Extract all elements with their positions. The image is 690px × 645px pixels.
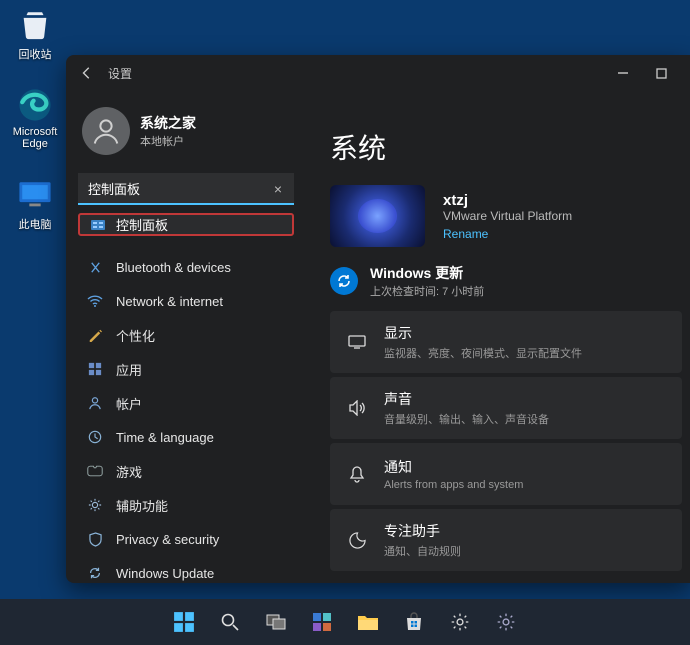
desktop-icon-edge[interactable]: Microsoft Edge — [4, 86, 66, 150]
sync-icon — [330, 267, 358, 295]
nav-label: Time & language — [116, 430, 214, 445]
settings-taskbar-button[interactable] — [441, 603, 479, 641]
suggestion-label: 控制面板 — [116, 215, 168, 234]
nav-item[interactable]: Time & language — [78, 420, 294, 454]
desktop-icon-recycle[interactable]: 回收站 — [4, 6, 66, 62]
store-button[interactable] — [395, 603, 433, 641]
taskbar — [0, 599, 690, 645]
back-button[interactable] — [76, 62, 98, 84]
search-suggestion[interactable]: 控制面板 — [78, 213, 294, 236]
nav-icon — [86, 564, 104, 582]
card-icon — [346, 465, 368, 483]
wu-sub: 上次检查时间: 7 小时前 — [370, 283, 484, 299]
nav-label: Network & internet — [116, 294, 223, 309]
nav-icon — [86, 428, 104, 446]
nav-item[interactable]: 游戏 — [78, 454, 294, 488]
nav-list: Bluetooth & devices Network & internet 个性化… — [78, 250, 294, 583]
settings-taskbar-button-2[interactable] — [487, 603, 525, 641]
nav-label: Privacy & security — [116, 532, 219, 547]
clear-search-button[interactable]: × — [268, 179, 288, 199]
nav-item[interactable]: 应用 — [78, 352, 294, 386]
nav-item[interactable]: Bluetooth & devices — [78, 250, 294, 284]
nav-item[interactable]: 个性化 — [78, 318, 294, 352]
card-sub: 音量级别、输出、输入、声音设备 — [384, 411, 549, 427]
monitor-icon — [16, 176, 54, 214]
search-input[interactable] — [78, 173, 294, 205]
nav-label: 游戏 — [116, 462, 142, 481]
card-title: 专注助手 — [384, 521, 461, 541]
avatar — [82, 107, 130, 155]
settings-card[interactable]: 专注助手通知、自动规则 — [330, 509, 682, 571]
card-title: 显示 — [384, 323, 582, 343]
nav-item[interactable]: 帐户 — [78, 386, 294, 420]
pc-wallpaper — [330, 185, 425, 247]
user-name: 系统之家 — [140, 113, 196, 133]
desktop-icon-label: 回收站 — [19, 46, 52, 62]
card-sub: Alerts from apps and system — [384, 479, 523, 491]
edge-icon — [16, 86, 54, 124]
nav-icon — [86, 496, 104, 514]
card-icon — [346, 532, 368, 549]
taskbar-search-button[interactable] — [211, 603, 249, 641]
recycle-icon — [16, 6, 54, 44]
control-panel-icon — [90, 217, 106, 233]
nav-icon — [86, 462, 104, 480]
explorer-button[interactable] — [349, 603, 387, 641]
nav-label: 帐户 — [116, 394, 142, 413]
widgets-button[interactable] — [303, 603, 341, 641]
settings-card[interactable]: 显示监视器、亮度、夜间模式、显示配置文件 — [330, 311, 682, 373]
nav-icon — [86, 530, 104, 548]
titlebar: 设置 — [66, 55, 690, 91]
right-pane: 系统 xtzj VMware Virtual Platform Rename W… — [306, 91, 690, 583]
nav-label: 辅助功能 — [116, 496, 168, 515]
page-heading: 系统 — [330, 127, 682, 167]
nav-icon — [86, 394, 104, 412]
card-title: 声音 — [384, 389, 549, 409]
user-row[interactable]: 系统之家 本地帐户 — [78, 101, 294, 165]
user-sub: 本地帐户 — [140, 133, 196, 149]
pc-name: xtzj — [443, 192, 572, 209]
settings-cards: 显示监视器、亮度、夜间模式、显示配置文件声音音量级别、输出、输入、声音设备通知 A… — [330, 311, 682, 573]
card-icon — [346, 335, 368, 349]
search-wrap: × — [78, 173, 294, 205]
nav-label: 个性化 — [116, 326, 155, 345]
start-button[interactable] — [165, 603, 203, 641]
card-sub: 通知、自动规则 — [384, 543, 461, 559]
desktop-icon-thispc[interactable]: 此电脑 — [4, 176, 66, 232]
desktop-icon-label: 此电脑 — [19, 216, 52, 232]
rename-link[interactable]: Rename — [443, 227, 572, 241]
nav-item[interactable]: Network & internet — [78, 284, 294, 318]
left-pane: 系统之家 本地帐户 × 控制面板 Bluetooth & devices Netw… — [66, 91, 306, 583]
nav-icon — [86, 326, 104, 344]
settings-card[interactable]: 声音音量级别、输出、输入、声音设备 — [330, 377, 682, 439]
nav-item[interactable]: Windows Update — [78, 556, 294, 583]
nav-icon — [86, 258, 104, 276]
settings-card[interactable]: 通知 Alerts from apps and system — [330, 443, 682, 505]
nav-item[interactable]: Privacy & security — [78, 522, 294, 556]
nav-item[interactable]: 辅助功能 — [78, 488, 294, 522]
minimize-button[interactable] — [604, 59, 642, 87]
nav-label: Bluetooth & devices — [116, 260, 231, 275]
card-title: 通知 — [384, 457, 523, 477]
nav-label: 应用 — [116, 360, 142, 379]
card-sub: 监视器、亮度、夜间模式、显示配置文件 — [384, 345, 582, 361]
pc-info-row: xtzj VMware Virtual Platform Rename — [330, 185, 682, 247]
nav-label: Windows Update — [116, 566, 214, 581]
nav-icon — [86, 360, 104, 378]
desktop-icon-label: Microsoft Edge — [4, 126, 66, 150]
nav-icon — [86, 292, 104, 310]
settings-window: 设置 系统之家 本地帐户 × — [66, 55, 690, 583]
windows-update-row[interactable]: Windows 更新 上次检查时间: 7 小时前 — [330, 263, 682, 299]
pc-platform: VMware Virtual Platform — [443, 209, 572, 223]
task-view-button[interactable] — [257, 603, 295, 641]
maximize-button[interactable] — [642, 59, 680, 87]
wu-title: Windows 更新 — [370, 263, 484, 283]
card-icon — [346, 400, 368, 416]
window-title: 设置 — [108, 65, 132, 82]
